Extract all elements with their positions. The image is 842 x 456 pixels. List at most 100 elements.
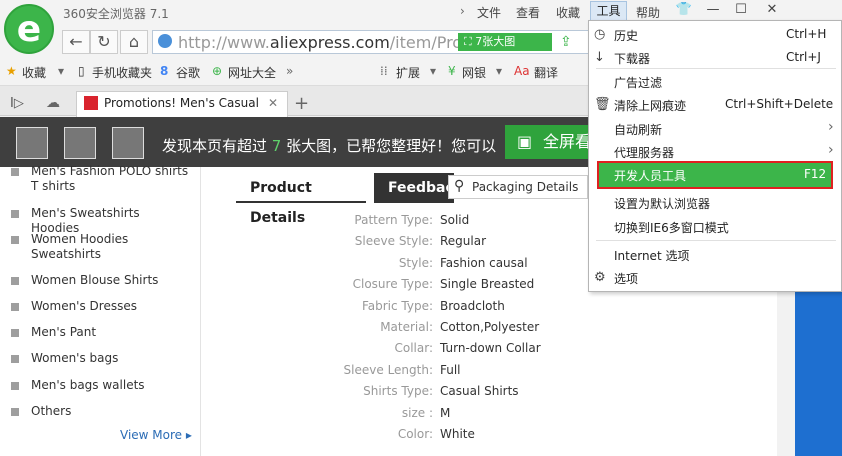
- thumbnail-1[interactable]: [16, 127, 48, 159]
- menu-item-history[interactable]: 历史: [614, 27, 638, 44]
- skin-icon[interactable]: 👕: [672, 2, 696, 18]
- menu-tools[interactable]: 工具: [590, 1, 627, 21]
- tab-close-icon[interactable]: ✕: [268, 96, 278, 110]
- picture-icon: ⛶: [464, 35, 476, 48]
- sidebar-category-item[interactable]: Women's bags: [31, 351, 191, 366]
- menu-item-set-default[interactable]: 设置为默认浏览器: [614, 195, 710, 212]
- menu-item-ie6-mode[interactable]: 切换到IE6多窗口模式: [614, 219, 729, 236]
- banner-text: 发现本页有超过 7 张大图，已帮您整理好！您可以: [162, 135, 496, 156]
- list-bullet: [11, 355, 19, 363]
- spec-value: Solid: [440, 213, 470, 227]
- list-bullet: [11, 303, 19, 311]
- submenu-arrow-icon: ›: [828, 119, 834, 135]
- menu-item-adblock[interactable]: 广告过滤: [614, 74, 662, 91]
- shortcut-devtools: F12: [804, 167, 827, 181]
- sidebar-category-item[interactable]: Others: [31, 404, 191, 419]
- sidebar-category-item[interactable]: Women's Dresses: [31, 299, 191, 314]
- bookmark-google[interactable]: 谷歌: [176, 64, 200, 81]
- menu-separator: [596, 240, 836, 241]
- list-bullet: [11, 168, 19, 176]
- spec-label: Sleeve Length:: [343, 362, 433, 377]
- spec-value: Cotton,Polyester: [440, 320, 540, 334]
- spec-value: Broadcloth: [440, 298, 505, 313]
- sidebar-category-item[interactable]: Men's bags wallets: [31, 378, 191, 393]
- bookmark-bank[interactable]: 网银: [462, 64, 486, 81]
- aliexpress-favicon-icon: [84, 96, 98, 110]
- url-text[interactable]: http://www.aliexpress.com/item/Promc: [178, 33, 486, 52]
- spec-value: Fashion causal: [440, 255, 528, 270]
- spec-value: White: [440, 427, 475, 441]
- menu-favorites[interactable]: 收藏: [556, 4, 580, 21]
- grid-icon: ⁞⁞: [380, 64, 388, 78]
- list-bullet: [11, 329, 19, 337]
- menu-item-downloads[interactable]: 下载器: [614, 50, 650, 67]
- menu-item-options[interactable]: 选项: [614, 270, 638, 287]
- bank-dropdown-icon[interactable]: ▾: [496, 64, 502, 78]
- ext-dropdown-icon[interactable]: ▾: [430, 64, 436, 78]
- url-prefix: http://www.: [178, 33, 270, 52]
- bookmark-mobile[interactable]: 手机收藏夹: [92, 64, 152, 81]
- bank-icon: ¥: [448, 64, 456, 78]
- spec-label: Closure Type:: [352, 277, 433, 292]
- menu-view[interactable]: 查看: [516, 4, 540, 21]
- bookmark-nav[interactable]: 网址大全: [228, 64, 276, 81]
- big-image-badge[interactable]: ⛶ 7张大图: [458, 33, 552, 51]
- sidebar-toggle-icon[interactable]: I▷: [10, 96, 24, 111]
- fullscreen-button[interactable]: ▣ 全屏看: [505, 125, 595, 159]
- sidebar-category-item[interactable]: Women Hoodies Sweatshirts: [31, 232, 191, 262]
- settings-gear-icon: ⚙: [594, 270, 606, 285]
- shortcut-history: Ctrl+H: [786, 27, 827, 41]
- browser-logo-icon[interactable]: e: [4, 4, 54, 54]
- history-icon: ◷: [594, 27, 606, 42]
- refresh-button[interactable]: ↻: [90, 30, 118, 54]
- view-more-link[interactable]: View More ▸: [120, 428, 192, 442]
- spec-value: Single Breasted: [440, 277, 535, 292]
- list-bullet: [11, 236, 19, 244]
- sidebar-category-item[interactable]: Men's Pant: [31, 325, 191, 340]
- menu-item-clear-history[interactable]: 清除上网痕迹: [614, 97, 686, 114]
- minimize-button[interactable]: —: [701, 2, 725, 18]
- tab-feedback[interactable]: Feedbac: [374, 173, 454, 203]
- menu-file[interactable]: 文件: [477, 4, 501, 21]
- tab-product-details[interactable]: Product Details: [236, 173, 366, 226]
- close-button[interactable]: ✕: [760, 2, 784, 18]
- shortcut-clear: Ctrl+Shift+Delete: [725, 97, 834, 111]
- spec-label: Pattern Type:: [354, 213, 433, 227]
- thumbnail-2[interactable]: [64, 127, 96, 159]
- google-icon: 8: [160, 64, 169, 78]
- image-icon: ▣: [517, 132, 533, 151]
- chevron-down-icon[interactable]: ▾: [58, 64, 64, 78]
- tab-title: Promotions! Men's Casual: [104, 96, 259, 110]
- new-tab-button[interactable]: +: [294, 93, 309, 114]
- thumbnail-3[interactable]: [112, 127, 144, 159]
- submenu-arrow-icon: ›: [828, 142, 834, 158]
- spec-label: Color:: [397, 427, 433, 441]
- back-button[interactable]: ←: [62, 30, 90, 54]
- bookmark-translate[interactable]: 翻译: [534, 64, 558, 81]
- app-title: 360安全浏览器 7.1: [63, 7, 169, 21]
- bookmark-more[interactable]: »: [286, 64, 293, 78]
- home-button[interactable]: ⌂: [120, 30, 148, 54]
- menu-item-proxy[interactable]: 代理服务器: [614, 144, 674, 161]
- sidebar-category-item[interactable]: Women Blouse Shirts: [31, 273, 191, 288]
- menu-item-devtools[interactable]: 开发人员工具: [614, 167, 686, 184]
- list-bullet: [11, 277, 19, 285]
- bookmark-favorites[interactable]: 收藏: [22, 64, 46, 81]
- share-icon[interactable]: ⇪: [560, 34, 572, 50]
- sidebar-category-item[interactable]: Men's Fashion POLO shirts T shirts: [31, 164, 191, 194]
- cloud-icon[interactable]: ☁: [46, 95, 60, 111]
- fullscreen-label: 全屏看: [543, 132, 592, 151]
- packaging-details-label: Packaging Details: [472, 180, 579, 194]
- menu-separator: [596, 68, 836, 69]
- list-bullet: [11, 408, 19, 416]
- nav-icon: ⊕: [212, 64, 223, 78]
- menu-help[interactable]: 帮助: [636, 4, 660, 21]
- search-icon: ⚲: [454, 178, 465, 194]
- bookmark-ext[interactable]: 扩展: [396, 64, 420, 81]
- url-domain: aliexpress.com: [269, 33, 390, 52]
- menu-item-autorefresh[interactable]: 自动刷新: [614, 121, 662, 138]
- maximize-button[interactable]: ☐: [729, 2, 753, 18]
- chevron-right-icon[interactable]: ›: [460, 4, 465, 18]
- spec-label: size :: [401, 405, 433, 420]
- menu-item-internet-options[interactable]: Internet 选项: [614, 247, 689, 264]
